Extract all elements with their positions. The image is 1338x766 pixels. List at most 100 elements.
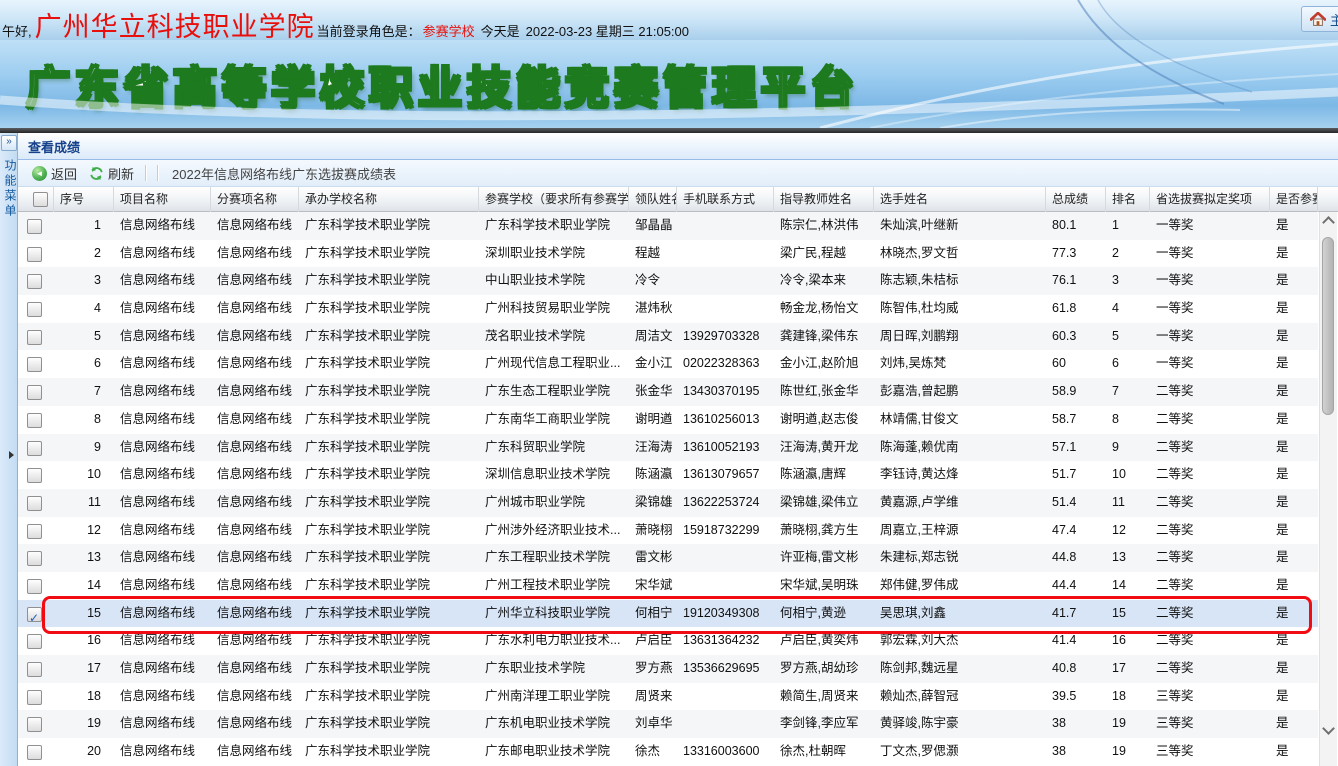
cell-project: 信息网络布线: [114, 544, 211, 572]
column-header-project[interactable]: 项目名称: [114, 187, 211, 212]
cell-school: 广东科贸职业学院: [479, 434, 629, 462]
home-button[interactable]: 主: [1301, 6, 1338, 32]
table-row[interactable]: 3信息网络布线信息网络布线广东科学技术职业学院中山职业技术学院冷令冷令,梁本来陈…: [18, 267, 1318, 295]
toolbar-separator: [145, 165, 147, 181]
scroll-down-icon[interactable]: [1322, 722, 1335, 735]
table-row[interactable]: 15信息网络布线信息网络布线广东科学技术职业学院广州华立科技职业学院何相宁191…: [18, 600, 1318, 628]
table-row[interactable]: 13信息网络布线信息网络布线广东科学技术职业学院广东工程职业技术学院雷文彬许亚梅…: [18, 544, 1318, 572]
row-checkbox[interactable]: [27, 247, 42, 262]
cell-no: 10: [54, 461, 114, 489]
column-header-phone[interactable]: 手机联系方式: [677, 187, 774, 212]
sidebar-expand-icon[interactable]: »: [1, 135, 17, 151]
cell-award: 一等奖: [1150, 212, 1270, 240]
row-checkbox[interactable]: [27, 690, 42, 705]
cell-host: 广东科学技术职业学院: [299, 212, 479, 240]
table-row[interactable]: 20信息网络布线信息网络布线广东科学技术职业学院广东邮电职业技术学院徐杰1331…: [18, 738, 1318, 766]
scrollbar-thumb[interactable]: [1322, 237, 1334, 415]
cell-score: 38: [1046, 738, 1106, 766]
row-checkbox[interactable]: [27, 468, 42, 483]
table-row[interactable]: 4信息网络布线信息网络布线广东科学技术职业学院广州科技贸易职业学院湛炜秋畅金龙,…: [18, 295, 1318, 323]
row-checkbox[interactable]: [27, 745, 42, 760]
cell-joined: 是: [1270, 267, 1318, 295]
select-all-checkbox[interactable]: [18, 187, 54, 212]
tab-view-results[interactable]: 查看成绩: [28, 137, 80, 156]
column-header-teachers[interactable]: 指导教师姓名: [774, 187, 874, 212]
column-header-rank[interactable]: 排名: [1106, 187, 1150, 212]
sidebar-resize-arrow[interactable]: [9, 451, 14, 459]
row-checkbox[interactable]: [27, 219, 42, 234]
row-checkbox[interactable]: [27, 496, 42, 511]
row-checkbox[interactable]: [27, 274, 42, 289]
row-checkbox[interactable]: [27, 579, 42, 594]
column-header-school[interactable]: 参赛学校（要求所有参赛学: [479, 187, 629, 212]
row-checkbox-cell: [18, 683, 54, 711]
table-row[interactable]: 2信息网络布线信息网络布线广东科学技术职业学院深圳职业技术学院程越梁广民,程越林…: [18, 240, 1318, 268]
column-header-joined[interactable]: 是否参赛: [1270, 187, 1318, 212]
cell-no: 20: [54, 738, 114, 766]
header-checkbox[interactable]: [33, 192, 48, 207]
column-header-players[interactable]: 选手姓名: [874, 187, 1046, 212]
cell-teachers: 谢明遒,赵志俊: [774, 406, 874, 434]
table-row[interactable]: 9信息网络布线信息网络布线广东科学技术职业学院广东科贸职业学院汪海涛136100…: [18, 434, 1318, 462]
cell-score: 44.4: [1046, 572, 1106, 600]
cell-award: 二等奖: [1150, 572, 1270, 600]
table-row[interactable]: 17信息网络布线信息网络布线广东科学技术职业学院广东职业技术学院罗方燕13536…: [18, 655, 1318, 683]
row-checkbox[interactable]: [27, 717, 42, 732]
cell-leader: 谢明遒: [629, 406, 677, 434]
row-checkbox[interactable]: [27, 524, 42, 539]
cell-host: 广东科学技术职业学院: [299, 544, 479, 572]
table-row[interactable]: 12信息网络布线信息网络布线广东科学技术职业学院广州涉外经济职业技术...萧晓栩…: [18, 517, 1318, 545]
row-checkbox[interactable]: [27, 385, 42, 400]
table-row[interactable]: 11信息网络布线信息网络布线广东科学技术职业学院广州城市职业学院梁锦雄13622…: [18, 489, 1318, 517]
table-row[interactable]: 10信息网络布线信息网络布线广东科学技术职业学院深圳信息职业技术学院陈涵瀛136…: [18, 461, 1318, 489]
cell-sub: 信息网络布线: [211, 267, 299, 295]
row-checkbox[interactable]: [27, 634, 42, 649]
column-header-sub[interactable]: 分赛项名称: [211, 187, 299, 212]
cell-joined: 是: [1270, 212, 1318, 240]
cell-rank: 15: [1106, 600, 1150, 628]
cell-school: 广东南华工商职业学院: [479, 406, 629, 434]
cell-host: 广东科学技术职业学院: [299, 600, 479, 628]
scroll-up-icon[interactable]: [1322, 216, 1335, 229]
cell-teachers: 梁锦雄,梁伟立: [774, 489, 874, 517]
column-header-award[interactable]: 省选拔赛拟定奖项: [1150, 187, 1270, 212]
table-row[interactable]: 16信息网络布线信息网络布线广东科学技术职业学院广东水利电力职业技术...卢启臣…: [18, 627, 1318, 655]
cell-sub: 信息网络布线: [211, 461, 299, 489]
row-checkbox[interactable]: [27, 330, 42, 345]
table-row[interactable]: 7信息网络布线信息网络布线广东科学技术职业学院广东生态工程职业学院张金华1343…: [18, 378, 1318, 406]
table-row[interactable]: 1信息网络布线信息网络布线广东科学技术职业学院广东科学技术职业学院邹晶晶陈宗仁,…: [18, 212, 1318, 240]
collapsed-sidebar[interactable]: » 功能菜单: [0, 133, 18, 766]
table-row[interactable]: 8信息网络布线信息网络布线广东科学技术职业学院广东南华工商职业学院谢明遒1361…: [18, 406, 1318, 434]
row-checkbox[interactable]: [27, 607, 42, 622]
row-checkbox[interactable]: [27, 357, 42, 372]
cell-players: 朱建标,郑志锐: [874, 544, 1046, 572]
column-header-leader[interactable]: 领队姓名: [629, 187, 677, 212]
cell-leader: 湛炜秋: [629, 295, 677, 323]
row-checkbox[interactable]: [27, 551, 42, 566]
row-checkbox[interactable]: [27, 413, 42, 428]
back-button[interactable]: ◄ 返回: [26, 162, 83, 185]
table-row[interactable]: 14信息网络布线信息网络布线广东科学技术职业学院广州工程技术职业学院宋华斌宋华斌…: [18, 572, 1318, 600]
vertical-scrollbar[interactable]: [1319, 212, 1337, 766]
table-row[interactable]: 18信息网络布线信息网络布线广东科学技术职业学院广州南洋理工职业学院周贤来赖简生…: [18, 683, 1318, 711]
cell-award: 二等奖: [1150, 627, 1270, 655]
row-checkbox[interactable]: [27, 441, 42, 456]
cell-rank: 12: [1106, 517, 1150, 545]
table-row[interactable]: 19信息网络布线信息网络布线广东科学技术职业学院广东机电职业技术学院刘卓华李剑锋…: [18, 710, 1318, 738]
cell-score: 44.8: [1046, 544, 1106, 572]
row-checkbox[interactable]: [27, 662, 42, 677]
cell-score: 41.7: [1046, 600, 1106, 628]
row-checkbox[interactable]: [27, 302, 42, 317]
cell-rank: 5: [1106, 323, 1150, 351]
cell-players: 郑伟健,罗伟成: [874, 572, 1046, 600]
column-header-no[interactable]: 序号: [54, 187, 114, 212]
column-header-host[interactable]: 承办学校名称: [299, 187, 479, 212]
table-row[interactable]: 5信息网络布线信息网络布线广东科学技术职业学院茂名职业技术学院周洁文139297…: [18, 323, 1318, 351]
cell-rank: 19: [1106, 738, 1150, 766]
refresh-button[interactable]: 刷新: [83, 162, 140, 185]
cell-leader: 卢启臣: [629, 627, 677, 655]
cell-rank: 2: [1106, 240, 1150, 268]
cell-joined: 是: [1270, 544, 1318, 572]
column-header-score[interactable]: 总成绩: [1046, 187, 1106, 212]
table-row[interactable]: 6信息网络布线信息网络布线广东科学技术职业学院广州现代信息工程职业...金小江0…: [18, 350, 1318, 378]
